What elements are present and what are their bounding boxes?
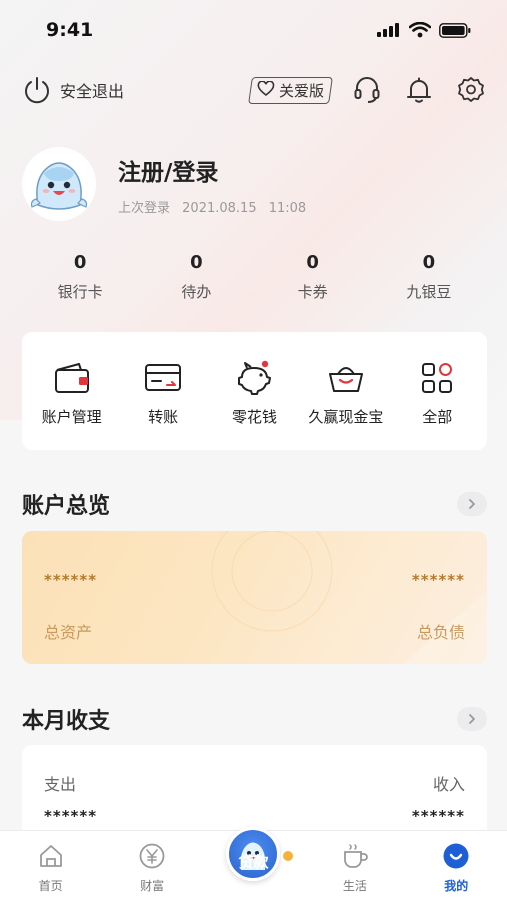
- total-liabilities-label: 总负债: [416, 623, 465, 642]
- header-actions: 关爱版: [248, 74, 487, 106]
- profile-icon: [441, 841, 471, 871]
- chevron-right-icon: [469, 499, 475, 509]
- bottom-tab-bar: 首页 财富 贷款 生活 我的: [0, 827, 507, 900]
- last-login-label: 上次登录: [118, 200, 171, 216]
- quick-action-transfer[interactable]: 转账: [119, 356, 207, 427]
- tab-mine[interactable]: 我的: [416, 841, 496, 894]
- wallet-icon: [50, 356, 94, 400]
- quick-action-label: 零花钱: [231, 407, 277, 426]
- stat-label: 九银豆: [406, 283, 452, 301]
- tab-label: 首页: [38, 879, 63, 893]
- loan-badge-dot: [281, 849, 296, 863]
- wifi-icon: [409, 22, 431, 38]
- tab-label: 我的: [444, 879, 469, 893]
- tab-label: 财富: [140, 879, 165, 893]
- header-toolbar: 安全退出 关爱版: [22, 72, 487, 108]
- stat-label: 卡券: [297, 283, 328, 301]
- quick-action-label: 账户管理: [41, 407, 102, 426]
- stat-label: 待办: [181, 283, 212, 301]
- expense-label: 支出: [44, 775, 77, 794]
- heart-icon: [257, 79, 275, 100]
- total-liabilities-value: ******: [411, 571, 465, 589]
- quick-action-account-management[interactable]: 账户管理: [28, 356, 116, 427]
- quick-action-label: 全部: [422, 407, 453, 426]
- stat-value: 0: [422, 252, 436, 273]
- grid-icon: [415, 356, 459, 400]
- total-assets-value: ******: [44, 571, 98, 589]
- home-icon: [36, 841, 66, 871]
- logout-button[interactable]: 安全退出: [22, 75, 124, 105]
- tab-life[interactable]: 生活: [315, 841, 395, 894]
- coffee-cup-icon: [340, 841, 370, 871]
- stat-coupons[interactable]: 0 卡券: [255, 252, 371, 302]
- tab-label: 生活: [342, 879, 367, 893]
- profile-text: 注册/登录 上次登录 2021.08.15 11:08: [118, 153, 306, 216]
- loan-mascot-icon: 贷款: [226, 827, 281, 881]
- quick-action-label: 转账: [148, 407, 179, 426]
- total-assets-label: 总资产: [44, 623, 93, 642]
- stats-row: 0 银行卡 0 待办 0 卡券 0 九银豆: [22, 252, 487, 302]
- yen-icon: [137, 841, 167, 871]
- monthly-summary-title: 本月收支: [22, 709, 111, 734]
- stat-todo[interactable]: 0 待办: [138, 252, 254, 302]
- mascot-avatar-icon: [30, 162, 88, 210]
- status-icons: [377, 22, 471, 38]
- quick-action-label: 久赢现金宝: [308, 407, 384, 426]
- quick-action-cash-treasure[interactable]: 久赢现金宝: [302, 356, 390, 427]
- tab-home[interactable]: 首页: [11, 841, 91, 894]
- stat-bank-cards[interactable]: 0 银行卡: [22, 252, 138, 302]
- stat-points[interactable]: 0 九银豆: [371, 252, 487, 302]
- transfer-card-icon: [141, 356, 185, 400]
- stat-value: 0: [73, 252, 87, 273]
- care-mode-label: 关爱版: [278, 81, 324, 100]
- notifications-button[interactable]: [403, 74, 435, 106]
- quick-action-all[interactable]: 全部: [393, 356, 481, 427]
- stat-value: 0: [306, 252, 319, 273]
- account-overview-more-button[interactable]: [457, 492, 487, 516]
- profile-block[interactable]: 注册/登录 上次登录 2021.08.15 11:08: [22, 147, 306, 221]
- signal-icon: [377, 23, 399, 37]
- quick-action-pocket-money[interactable]: 零花钱: [210, 356, 298, 427]
- customer-service-button[interactable]: [351, 74, 383, 106]
- stat-label: 银行卡: [57, 283, 103, 301]
- settings-button[interactable]: [455, 74, 487, 106]
- gear-icon: [458, 77, 484, 102]
- power-icon: [25, 77, 49, 104]
- tab-loan[interactable]: 贷款: [213, 827, 296, 881]
- battery-icon: [439, 22, 471, 38]
- tab-wealth[interactable]: 财富: [112, 841, 192, 894]
- headset-icon: [354, 77, 380, 103]
- quick-actions-card: 账户管理 转账 零花钱 久赢现金宝 全部: [22, 332, 487, 450]
- last-login-date: 2021.08.15: [182, 200, 257, 216]
- login-register-link[interactable]: 注册/登录: [118, 153, 306, 187]
- account-overview-title: 账户总览: [22, 494, 111, 519]
- status-time: 9:41: [46, 19, 94, 41]
- piggy-bank-icon: [232, 356, 276, 400]
- tab-loan-label: 贷款: [238, 853, 269, 871]
- avatar[interactable]: [22, 147, 96, 221]
- stat-value: 0: [190, 252, 203, 273]
- last-login-time: 11:08: [268, 200, 307, 216]
- gold-ingot-icon: [324, 356, 368, 400]
- card-decoration: [211, 531, 487, 664]
- expense-value: ******: [44, 807, 98, 825]
- income-value: ******: [411, 807, 465, 825]
- income-label: 收入: [432, 775, 465, 794]
- account-overview-card[interactable]: ****** 总资产 ****** 总负债: [22, 531, 487, 664]
- last-login-info: 上次登录 2021.08.15 11:08: [118, 197, 306, 216]
- bell-icon: [407, 77, 431, 103]
- chevron-right-icon: [469, 714, 475, 724]
- logout-label: 安全退出: [60, 82, 125, 101]
- monthly-summary-more-button[interactable]: [457, 707, 487, 731]
- care-mode-button[interactable]: 关爱版: [248, 76, 333, 104]
- status-bar: 9:41: [0, 0, 507, 60]
